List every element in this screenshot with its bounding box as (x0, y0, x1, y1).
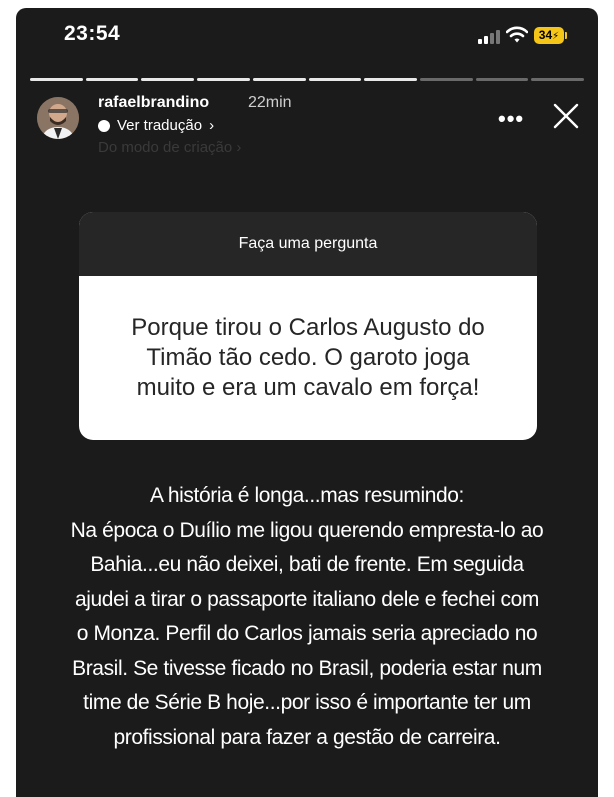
story-progress-bar (30, 78, 585, 81)
answer-text: A história é longa...mas resumindo: Na é… (16, 479, 598, 755)
story-progress-segment (419, 78, 473, 81)
story-progress-segment (475, 78, 529, 81)
story-progress-segment (85, 78, 139, 81)
story-progress-segment (308, 78, 362, 81)
creation-mode-link[interactable]: Do modo de criação › (98, 139, 241, 156)
see-translation-label: Ver tradução (117, 117, 203, 134)
story-progress-segment (30, 78, 83, 81)
cellular-signal-icon (478, 30, 500, 44)
battery-level: 34 (538, 28, 553, 42)
chevron-right-icon: › (236, 139, 242, 156)
question-sticker-header: Faça uma pergunta (79, 212, 537, 276)
story-progress-segment (252, 78, 306, 81)
close-icon[interactable] (550, 100, 582, 132)
more-options-button[interactable]: ••• (498, 106, 524, 132)
question-line: Timão tão cedo. O garoto joga (146, 344, 470, 371)
creation-mode-label: Do modo de criação (98, 139, 233, 156)
chevron-right-icon: › (209, 117, 215, 134)
question-line: Porque tirou o Carlos Augusto do (131, 314, 485, 341)
status-time: 23:54 (64, 22, 121, 45)
avatar-photo-icon (37, 97, 79, 139)
story-progress-segment (197, 78, 250, 81)
question-line: muito e era um cavalo em força! (136, 374, 480, 401)
see-translation-link[interactable]: Ver tradução › (98, 117, 214, 134)
wifi-icon (506, 26, 528, 43)
question-sticker-body: Porque tirou o Carlos Augusto do Timão t… (79, 276, 537, 440)
battery-tip (565, 32, 567, 39)
translate-dot-icon (98, 119, 110, 132)
story-username[interactable]: rafaelbrandino (98, 94, 209, 112)
story-progress-segment (141, 78, 195, 81)
status-bar: 23:54 34⚡ (16, 8, 598, 68)
answer-line: profissional para fazer a gestão de carr… (113, 725, 501, 749)
answer-line: Bahia...eu não deixei, bati de frente. E… (90, 553, 524, 576)
answer-line: time de Série B hoje...por isso é import… (83, 691, 531, 714)
battery-indicator: 34⚡ (534, 27, 564, 44)
avatar[interactable] (37, 97, 79, 139)
answer-line: ajudei a tirar o passaporte italiano del… (74, 587, 540, 611)
story-time-ago: 22min (248, 94, 292, 111)
story-progress-segment (364, 78, 417, 81)
story-progress-segment (531, 78, 585, 81)
question-sticker: Faça uma pergunta Porque tirou o Carlos … (79, 212, 537, 440)
story-viewer: 23:54 34⚡ rafaelbrandino 22min Ver tradu… (16, 8, 598, 797)
answer-line: Na época o Duílio me ligou querendo empr… (70, 518, 544, 542)
answer-line: Brasil. Se tivesse ficado no Brasil, pod… (72, 656, 542, 680)
answer-line: A história é longa...mas resumindo: (149, 484, 464, 507)
charging-bolt-icon: ⚡ (552, 31, 560, 42)
answer-line: o Monza. Perfil do Carlos jamais seria a… (76, 622, 538, 645)
